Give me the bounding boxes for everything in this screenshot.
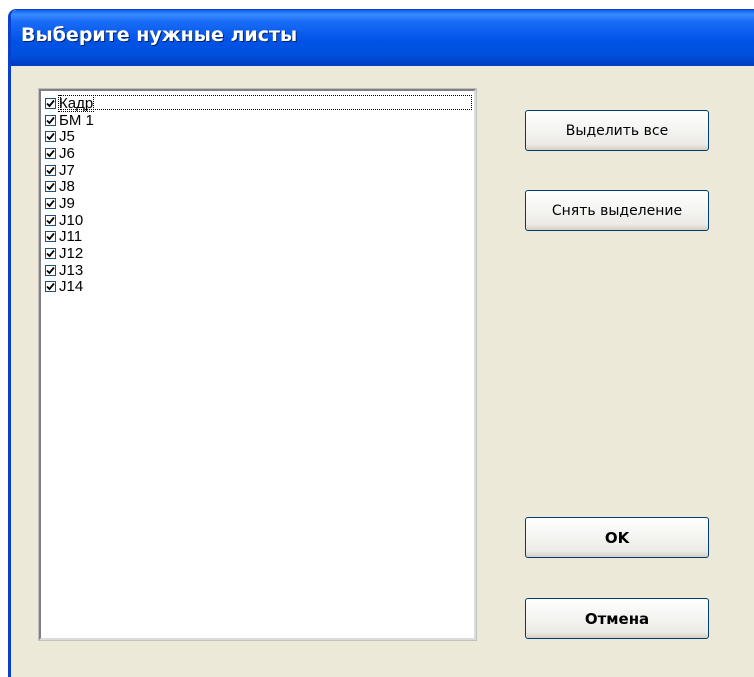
checkmark-icon bbox=[46, 216, 55, 224]
list-item[interactable]: Кадр bbox=[45, 94, 472, 112]
list-item[interactable]: J12 bbox=[45, 245, 470, 262]
item-checkbox[interactable] bbox=[45, 164, 56, 176]
list-item[interactable]: J9 bbox=[45, 195, 470, 212]
select-all-button[interactable]: Выделить все bbox=[525, 110, 709, 151]
item-checkbox[interactable] bbox=[45, 147, 56, 159]
sheet-checklist[interactable]: Кадр БМ 1 J5 J6 J7 J8 J9 J10 J11 J12 J13 J14 bbox=[38, 88, 477, 641]
list-item[interactable]: J7 bbox=[45, 162, 470, 179]
item-label: J6 bbox=[59, 144, 75, 162]
checkmark-icon bbox=[46, 233, 55, 241]
item-checkbox[interactable] bbox=[45, 264, 56, 276]
deselect-all-button[interactable]: Снять выделение bbox=[525, 190, 709, 231]
dialog-window: Выберите нужные листы Кадр БМ 1 J5 J6 J7 J8 J9… bbox=[8, 9, 754, 677]
dialog-client-area: Кадр БМ 1 J5 J6 J7 J8 J9 J10 J11 J12 J13 J14 Выдели… bbox=[11, 66, 754, 677]
item-label: J10 bbox=[59, 211, 84, 229]
item-label: J11 bbox=[59, 228, 83, 246]
item-checkbox[interactable] bbox=[45, 97, 56, 109]
item-checkbox[interactable] bbox=[45, 248, 56, 260]
cancel-button[interactable]: Отмена bbox=[525, 598, 709, 639]
checkmark-icon bbox=[46, 116, 55, 124]
item-checkbox[interactable] bbox=[45, 181, 56, 193]
item-label: J13 bbox=[59, 261, 84, 279]
item-label: J14 bbox=[59, 278, 84, 296]
checkmark-icon bbox=[46, 199, 55, 208]
checkmark-icon bbox=[46, 166, 55, 174]
item-checkbox[interactable] bbox=[45, 197, 56, 209]
checkmark-icon bbox=[46, 266, 55, 275]
item-checkbox[interactable] bbox=[45, 131, 56, 143]
item-label: БМ 1 bbox=[59, 111, 94, 129]
focus-rectangle bbox=[60, 95, 472, 110]
item-label: J7 bbox=[59, 161, 75, 179]
checkmark-icon bbox=[46, 283, 55, 291]
checkmark-icon bbox=[46, 249, 55, 258]
list-item[interactable]: J10 bbox=[45, 212, 470, 229]
list-item[interactable]: J14 bbox=[45, 279, 470, 296]
item-label: J12 bbox=[59, 245, 84, 263]
list-item[interactable]: БМ 1 bbox=[45, 112, 470, 129]
title-bar[interactable]: Выберите нужные листы bbox=[11, 10, 754, 66]
list-item[interactable]: J8 bbox=[45, 178, 470, 195]
window-title: Выберите нужные листы bbox=[21, 24, 298, 46]
ok-button[interactable]: OK bbox=[525, 517, 709, 558]
checkmark-icon bbox=[46, 149, 55, 158]
item-checkbox[interactable] bbox=[45, 281, 56, 293]
item-label: Кадр bbox=[57, 94, 95, 112]
item-checkbox[interactable] bbox=[45, 214, 56, 226]
list-item[interactable]: J13 bbox=[45, 262, 470, 279]
item-label: J9 bbox=[59, 194, 75, 212]
item-label: J8 bbox=[59, 178, 75, 196]
item-checkbox[interactable] bbox=[45, 114, 56, 126]
item-label: J5 bbox=[59, 128, 75, 146]
item-checkbox[interactable] bbox=[45, 231, 56, 243]
checkmark-icon bbox=[46, 133, 55, 141]
list-item[interactable]: J6 bbox=[45, 145, 470, 162]
list-item[interactable]: J5 bbox=[45, 128, 470, 145]
checkmark-icon bbox=[46, 99, 55, 108]
checklist-items: Кадр БМ 1 J5 J6 J7 J8 J9 J10 J11 J12 J13 J14 bbox=[45, 94, 472, 296]
list-item[interactable]: J11 bbox=[45, 229, 470, 246]
checkmark-icon bbox=[46, 183, 55, 191]
